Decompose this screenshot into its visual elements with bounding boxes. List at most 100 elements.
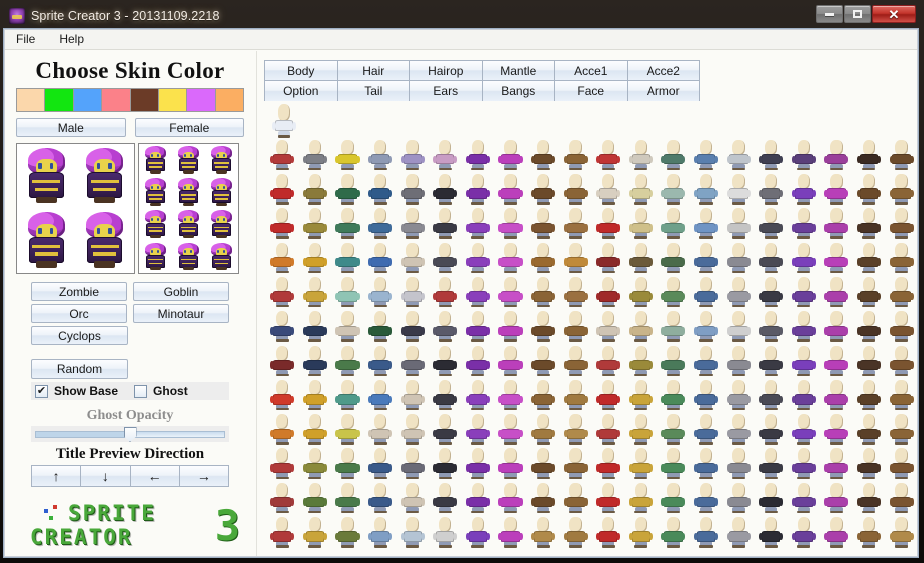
- sprite-grid-cell[interactable]: [885, 446, 918, 480]
- monster-button-orc[interactable]: Orc: [31, 304, 127, 323]
- monster-button-minotaur[interactable]: Minotaur: [133, 304, 229, 323]
- maximize-button[interactable]: [844, 5, 871, 23]
- sprite-grid-cell[interactable]: [299, 343, 332, 377]
- sprite-grid-cell[interactable]: [625, 206, 658, 240]
- sprite-grid-cell[interactable]: [364, 206, 397, 240]
- sprite-grid-cell[interactable]: [559, 343, 592, 377]
- sprite-grid-cell[interactable]: [690, 343, 723, 377]
- sprite-grid-cell[interactable]: [331, 514, 364, 548]
- sprite-grid-cell[interactable]: [820, 206, 853, 240]
- sprite-grid-cell[interactable]: [885, 343, 918, 377]
- sprite-grid-cell[interactable]: [299, 480, 332, 514]
- sprite-grid-cell[interactable]: [429, 377, 462, 411]
- sprite-grid-cell[interactable]: [429, 480, 462, 514]
- sprite-grid-cell[interactable]: [364, 480, 397, 514]
- sprite-grid-cell[interactable]: [690, 274, 723, 308]
- sprite-grid-cell[interactable]: [527, 377, 560, 411]
- sprite-grid-cell[interactable]: [299, 137, 332, 171]
- sprite-grid-cell[interactable]: [755, 480, 788, 514]
- checkbox-show-base[interactable]: ✔ Show Base: [35, 384, 118, 398]
- sprite-grid-cell[interactable]: [592, 137, 625, 171]
- sprite-grid-cell[interactable]: [625, 274, 658, 308]
- tab-acce2[interactable]: Acce2: [627, 61, 699, 81]
- sprite-grid-cell[interactable]: [885, 411, 918, 445]
- monster-button-cyclops[interactable]: Cyclops: [31, 326, 128, 345]
- sprite-grid-cell[interactable]: [820, 480, 853, 514]
- sprite-grid-cell[interactable]: [592, 308, 625, 342]
- sprite-grid-cell[interactable]: [722, 411, 755, 445]
- sprite-grid-cell[interactable]: [396, 446, 429, 480]
- sprite-grid-cell[interactable]: [396, 171, 429, 205]
- character-preview-spritesheet[interactable]: [138, 143, 239, 274]
- sprite-grid-cell[interactable]: [853, 274, 886, 308]
- sprite-grid-cell[interactable]: [788, 171, 821, 205]
- sprite-grid-cell[interactable]: [266, 377, 299, 411]
- sprite-grid-cell[interactable]: [755, 411, 788, 445]
- sprite-grid-cell[interactable]: [266, 274, 299, 308]
- sprite-grid-cell[interactable]: [559, 308, 592, 342]
- sprite-grid-cell[interactable]: [755, 308, 788, 342]
- sprite-grid-cell[interactable]: [266, 480, 299, 514]
- sprite-grid-cell[interactable]: [820, 171, 853, 205]
- sprite-grid-cell[interactable]: [494, 411, 527, 445]
- sprite-grid-cell[interactable]: [885, 480, 918, 514]
- sprite-grid-cell[interactable]: [592, 171, 625, 205]
- sprite-grid-cell[interactable]: [331, 446, 364, 480]
- sprite-grid-cell[interactable]: [396, 274, 429, 308]
- swatch-skin-pink[interactable]: [102, 89, 130, 111]
- sprite-grid-cell[interactable]: [625, 240, 658, 274]
- sprite-grid-cell[interactable]: [527, 411, 560, 445]
- tab-option[interactable]: Option: [265, 81, 338, 101]
- sprite-grid-cell[interactable]: [592, 446, 625, 480]
- sprite-grid-cell[interactable]: [396, 206, 429, 240]
- sprite-grid-cell[interactable]: [853, 514, 886, 548]
- checkbox-ghost[interactable]: Ghost: [134, 384, 188, 398]
- sprite-grid-cell[interactable]: [722, 240, 755, 274]
- character-preview-large[interactable]: [16, 143, 135, 274]
- sprite-grid-cell[interactable]: [657, 137, 690, 171]
- sprite-grid-cell[interactable]: [820, 308, 853, 342]
- sprite-grid-cell[interactable]: [657, 274, 690, 308]
- sprite-grid-cell[interactable]: [657, 480, 690, 514]
- tab-armor[interactable]: Armor: [627, 81, 699, 101]
- sprite-grid-cell[interactable]: [722, 274, 755, 308]
- sprite-grid-cell[interactable]: [396, 411, 429, 445]
- sprite-grid-cell[interactable]: [690, 308, 723, 342]
- sprite-grid-cell[interactable]: [690, 411, 723, 445]
- sprite-grid-cell[interactable]: [527, 137, 560, 171]
- sprite-grid-cell[interactable]: [266, 446, 299, 480]
- sprite-grid-cell[interactable]: [266, 514, 299, 548]
- sprite-grid-cell[interactable]: [755, 377, 788, 411]
- sprite-preview-base[interactable]: [268, 101, 300, 139]
- sprite-grid-cell[interactable]: [885, 171, 918, 205]
- sprite-grid-cell[interactable]: [429, 274, 462, 308]
- sprite-grid-cell[interactable]: [788, 480, 821, 514]
- sprite-grid-cell[interactable]: [755, 240, 788, 274]
- tab-mantle[interactable]: Mantle: [482, 61, 555, 81]
- sprite-grid-cell[interactable]: [690, 137, 723, 171]
- sprite-grid-cell[interactable]: [429, 240, 462, 274]
- sprite-grid-cell[interactable]: [788, 274, 821, 308]
- sprite-grid-cell[interactable]: [396, 343, 429, 377]
- sprite-grid-cell[interactable]: [788, 308, 821, 342]
- monster-button-zombie[interactable]: Zombie: [31, 282, 127, 301]
- sprite-grid-cell[interactable]: [396, 240, 429, 274]
- sprite-grid-cell[interactable]: [722, 446, 755, 480]
- sprite-grid-cell[interactable]: [657, 308, 690, 342]
- sprite-grid-cell[interactable]: [396, 137, 429, 171]
- slider-thumb[interactable]: [123, 427, 137, 442]
- sprite-grid-cell[interactable]: [625, 446, 658, 480]
- sprite-grid-cell[interactable]: [429, 514, 462, 548]
- sprite-grid-cell[interactable]: [299, 308, 332, 342]
- sprite-grid-cell[interactable]: [559, 171, 592, 205]
- sprite-grid-cell[interactable]: [592, 514, 625, 548]
- sprite-grid-cell[interactable]: [625, 137, 658, 171]
- sprite-grid-cell[interactable]: [690, 240, 723, 274]
- sprite-grid-cell[interactable]: [853, 137, 886, 171]
- sprite-grid-cell[interactable]: [885, 308, 918, 342]
- sprite-grid-cell[interactable]: [559, 240, 592, 274]
- sprite-grid-cell[interactable]: [820, 137, 853, 171]
- sprite-grid-cell[interactable]: [755, 274, 788, 308]
- sprite-grid-cell[interactable]: [299, 446, 332, 480]
- tab-tail[interactable]: Tail: [337, 81, 410, 101]
